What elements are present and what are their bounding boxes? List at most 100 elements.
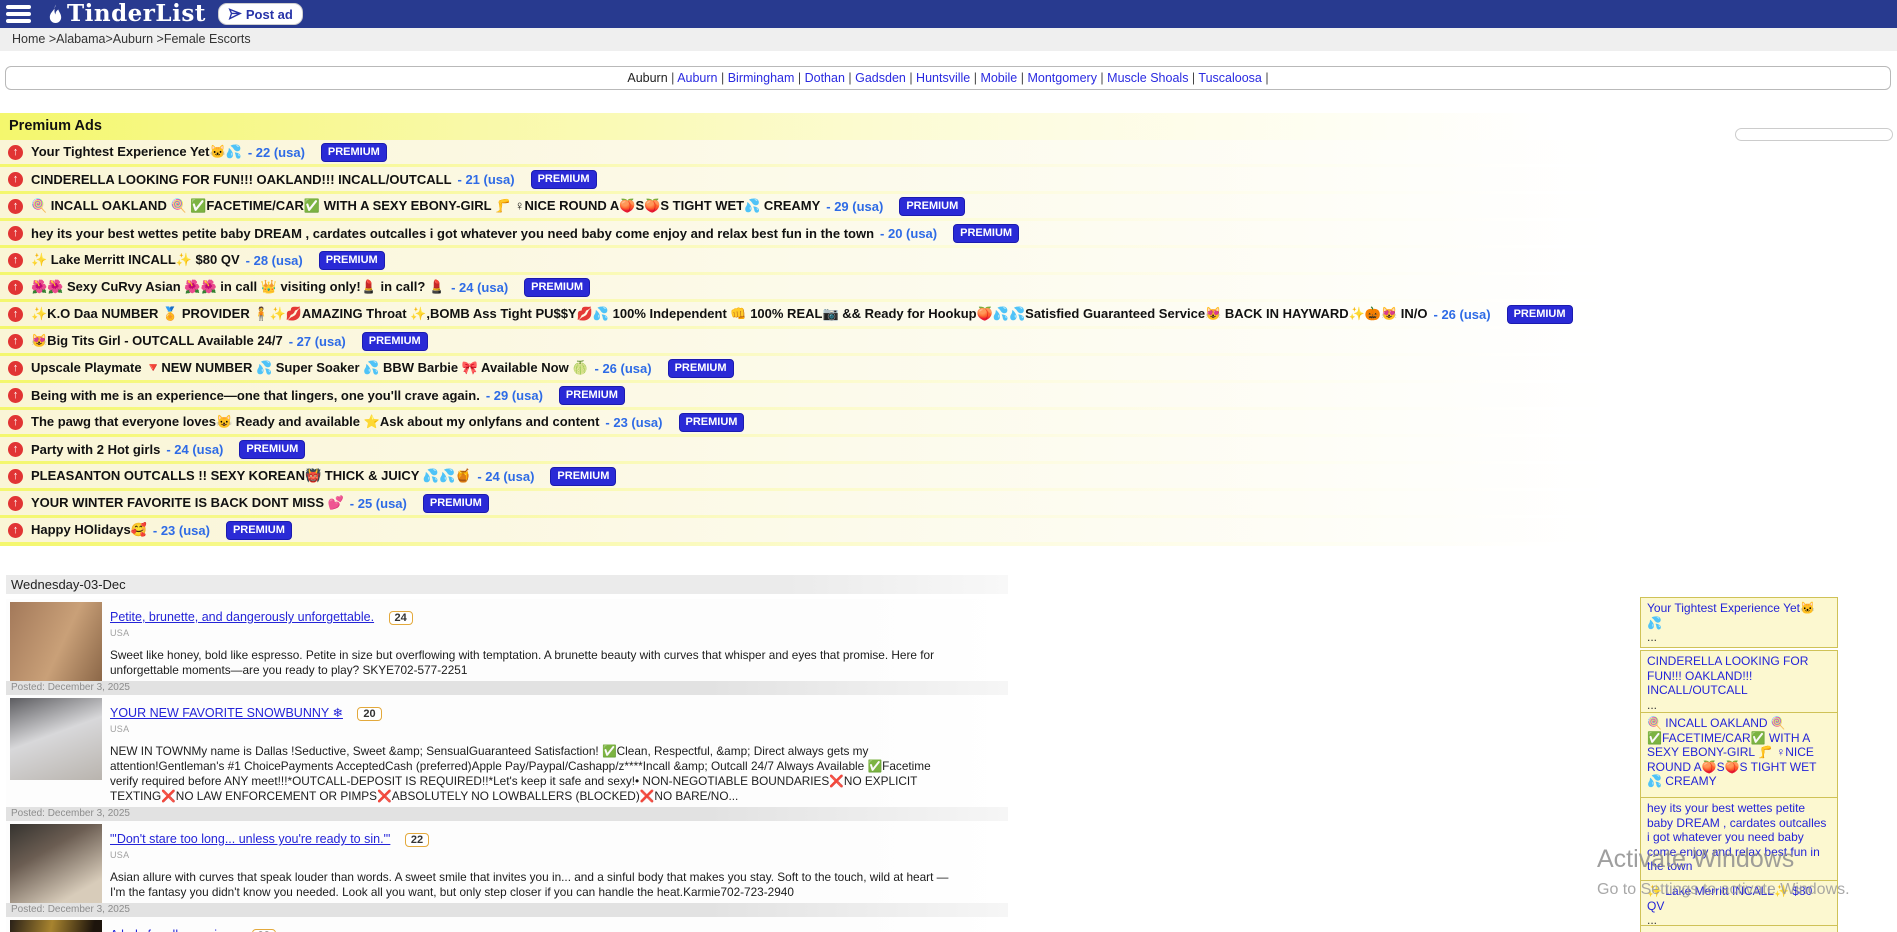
premium-badge: PREMIUM — [1507, 305, 1573, 324]
premium-ad-title[interactable]: Being with me is an experience—one that … — [31, 388, 480, 403]
premium-ad-row[interactable]: ↑ 🍭 INCALL OAKLAND 🍭 ✅FACETIME/CAR✅ WITH… — [0, 194, 1897, 218]
premium-ad-title[interactable]: ✨K.O Daa NUMBER 🏅 PROVIDER 🧍✨💋AMAZING Th… — [31, 306, 1428, 322]
sidebar-ad-box[interactable] — [1640, 925, 1838, 932]
premium-ad-row[interactable]: ↑ Happy HOlidays🥰 - 23 (usa) PREMIUM — [0, 518, 1897, 542]
premium-ad-row[interactable]: ↑ ✨ Lake Merritt INCALL✨ $80 QV - 28 (us… — [0, 248, 1897, 272]
premium-ad-row[interactable]: ↑ YOUR WINTER FAVORITE IS BACK DONT MISS… — [0, 491, 1897, 515]
up-arrow-icon: ↑ — [8, 199, 23, 214]
premium-ad-row[interactable]: ↑ CINDERELLA LOOKING FOR FUN!!! OAKLAND!… — [0, 167, 1897, 191]
premium-ad-title[interactable]: ✨ Lake Merritt INCALL✨ $80 QV — [31, 252, 240, 268]
city-link[interactable]: Muscle Shoals — [1107, 71, 1188, 85]
top-nav-bar: TinderList Post ad — [0, 0, 1897, 28]
city-separator: | — [1017, 71, 1027, 85]
premium-badge: PREMIUM — [239, 440, 305, 459]
listing-title-link[interactable]: "'Don't stare too long... unless you're … — [110, 832, 390, 846]
city-separator: | — [794, 71, 804, 85]
premium-ad-title[interactable]: CINDERELLA LOOKING FOR FUN!!! OAKLAND!!!… — [31, 172, 452, 187]
city-link[interactable]: Auburn — [677, 71, 717, 85]
premium-ad-title[interactable]: 🍭 INCALL OAKLAND 🍭 ✅FACETIME/CAR✅ WITH A… — [31, 198, 820, 214]
sidebar-ad-box[interactable]: 🍭 INCALL OAKLAND 🍭 ✅FACETIME/CAR✅ WITH A… — [1640, 712, 1838, 806]
premium-badge: PREMIUM — [524, 278, 590, 297]
listing-row: Petite, brunette, and dangerously unforg… — [6, 599, 1008, 695]
listing-photo[interactable] — [10, 602, 102, 684]
listing-body: "'Don't stare too long... unless you're … — [110, 824, 1008, 900]
sidebar-ad-title[interactable]: ✨ Lake Merritt INCALL✨ $80 QV — [1647, 884, 1831, 913]
premium-badge: PREMIUM — [679, 413, 745, 432]
premium-ad-title[interactable]: Party with 2 Hot girls — [31, 442, 160, 457]
post-ad-label: Post ad — [246, 7, 293, 22]
sidebar-ad-title[interactable]: hey its your best wettes petite baby DRE… — [1647, 801, 1831, 874]
up-arrow-icon: ↑ — [8, 523, 23, 538]
page: TinderList Post ad Home >Alabama>Auburn … — [0, 0, 1897, 932]
listing-photo[interactable] — [10, 698, 102, 780]
sidebar-ad-box[interactable]: Your Tightest Experience Yet🐱 💦 ... — [1640, 597, 1838, 648]
listing-country: USA — [110, 628, 1008, 638]
brand-name: TinderList — [67, 2, 206, 26]
listing-description: Asian allure with curves that speak loud… — [110, 870, 962, 900]
post-ad-button[interactable]: Post ad — [218, 3, 303, 25]
premium-ad-row[interactable]: ↑ Your Tightest Experience Yet🐱💦 - 22 (u… — [0, 140, 1897, 164]
date-header: Wednesday-03-Dec — [6, 575, 1008, 594]
premium-ad-row[interactable]: ↑ hey its your best wettes petite baby D… — [0, 221, 1897, 245]
up-arrow-icon: ↑ — [8, 496, 23, 511]
premium-ad-row[interactable]: ↑ Party with 2 Hot girls - 24 (usa) PREM… — [0, 437, 1897, 461]
breadcrumb[interactable]: Home >Alabama>Auburn >Female Escorts — [0, 28, 1897, 51]
premium-ad-age-location: - 24 (usa) — [166, 442, 223, 457]
premium-ad-title[interactable]: Upscale Playmate 🔻NEW NUMBER 💦 Super Soa… — [31, 360, 589, 376]
hamburger-menu-icon[interactable] — [6, 2, 31, 26]
premium-ad-title[interactable]: 😻Big Tits Girl - OUTCALL Available 24/7 — [31, 333, 283, 349]
city-links: Auburn | Auburn | Birmingham | Dothan | … — [627, 71, 1268, 85]
sidebar-ad-box[interactable]: CINDERELLA LOOKING FOR FUN!!! OAKLAND!!!… — [1640, 650, 1838, 715]
city-link[interactable]: Dothan — [805, 71, 845, 85]
listing-title-link[interactable]: A lady for all occasions — [110, 928, 237, 932]
city-link[interactable]: Mobile — [980, 71, 1017, 85]
premium-ad-row[interactable]: ↑ 😻Big Tits Girl - OUTCALL Available 24/… — [0, 329, 1897, 353]
sidebar-ad-title[interactable]: Your Tightest Experience Yet🐱 💦 — [1647, 601, 1831, 630]
premium-ads-heading: Premium Ads — [0, 113, 1897, 140]
sidebar-ad-box[interactable]: ✨ Lake Merritt INCALL✨ $80 QV ... — [1640, 880, 1838, 931]
paper-plane-icon — [228, 7, 242, 21]
premium-ad-row[interactable]: ↑ 🌺🌺 Sexy CuRvy Asian 🌺🌺 in call 👑 visit… — [0, 275, 1897, 299]
premium-ad-row[interactable]: ↑ Upscale Playmate 🔻NEW NUMBER 💦 Super S… — [0, 356, 1897, 380]
premium-ad-age-location: - 23 (usa) — [153, 523, 210, 538]
up-arrow-icon: ↑ — [8, 415, 23, 430]
premium-badge: PREMIUM — [362, 332, 428, 351]
up-arrow-icon: ↑ — [8, 361, 23, 376]
sidebar-ad-title[interactable]: 🍭 INCALL OAKLAND 🍭 ✅FACETIME/CAR✅ WITH A… — [1647, 716, 1831, 789]
premium-ad-age-location: - 26 (usa) — [1434, 307, 1491, 322]
city-link[interactable]: Tuscaloosa — [1198, 71, 1261, 85]
premium-ad-title[interactable]: PLEASANTON OUTCALLS !! SEXY KOREAN👹 THIC… — [31, 468, 471, 484]
city-link[interactable]: Montgomery — [1027, 71, 1096, 85]
site-logo[interactable]: TinderList — [47, 2, 206, 26]
premium-ad-title[interactable]: YOUR WINTER FAVORITE IS BACK DONT MISS 💕 — [31, 495, 344, 511]
premium-ad-row[interactable]: ↑ ✨K.O Daa NUMBER 🏅 PROVIDER 🧍✨💋AMAZING … — [0, 302, 1897, 326]
premium-badge: PREMIUM — [319, 251, 385, 270]
premium-ad-title[interactable]: Happy HOlidays🥰 — [31, 522, 147, 538]
listing-title-link[interactable]: Petite, brunette, and dangerously unforg… — [110, 610, 374, 624]
premium-ad-title[interactable]: hey its your best wettes petite baby DRE… — [31, 226, 874, 241]
premium-badge: PREMIUM — [531, 170, 597, 189]
listings-list: Petite, brunette, and dangerously unforg… — [6, 599, 1008, 932]
up-arrow-icon: ↑ — [8, 442, 23, 457]
premium-ad-title[interactable]: Your Tightest Experience Yet🐱💦 — [31, 144, 242, 160]
sidebar-ad-title[interactable]: CINDERELLA LOOKING FOR FUN!!! OAKLAND!!!… — [1647, 654, 1831, 698]
empty-box — [1735, 128, 1893, 141]
listing-posted-date: Posted: December 3, 2025 — [6, 903, 1008, 917]
premium-ad-title[interactable]: The pawg that everyone loves😺 Ready and … — [31, 414, 599, 430]
sidebar-ad-box[interactable]: hey its your best wettes petite baby DRE… — [1640, 797, 1838, 891]
premium-ad-row[interactable]: ↑ Being with me is an experience—one tha… — [0, 383, 1897, 407]
premium-ad-title[interactable]: 🌺🌺 Sexy CuRvy Asian 🌺🌺 in call 👑 visitin… — [31, 279, 445, 295]
premium-ad-age-location: - 21 (usa) — [458, 172, 515, 187]
city-link[interactable]: Birmingham — [728, 71, 795, 85]
city-link[interactable]: Gadsden — [855, 71, 906, 85]
listing-description: Sweet like honey, bold like espresso. Pe… — [110, 648, 962, 678]
sidebar-ad-ellipsis: ... — [1647, 630, 1831, 645]
city-separator: | — [1188, 71, 1198, 85]
city-link[interactable]: Huntsville — [916, 71, 970, 85]
premium-ad-row[interactable]: ↑ The pawg that everyone loves😺 Ready an… — [0, 410, 1897, 434]
premium-badge: PREMIUM — [423, 494, 489, 513]
listing-photo[interactable] — [10, 824, 102, 906]
listing-photo[interactable] — [10, 920, 102, 932]
premium-ad-row[interactable]: ↑ PLEASANTON OUTCALLS !! SEXY KOREAN👹 TH… — [0, 464, 1897, 488]
listing-title-link[interactable]: YOUR NEW FAVORITE SNOWBUNNY ❄ — [110, 706, 343, 720]
